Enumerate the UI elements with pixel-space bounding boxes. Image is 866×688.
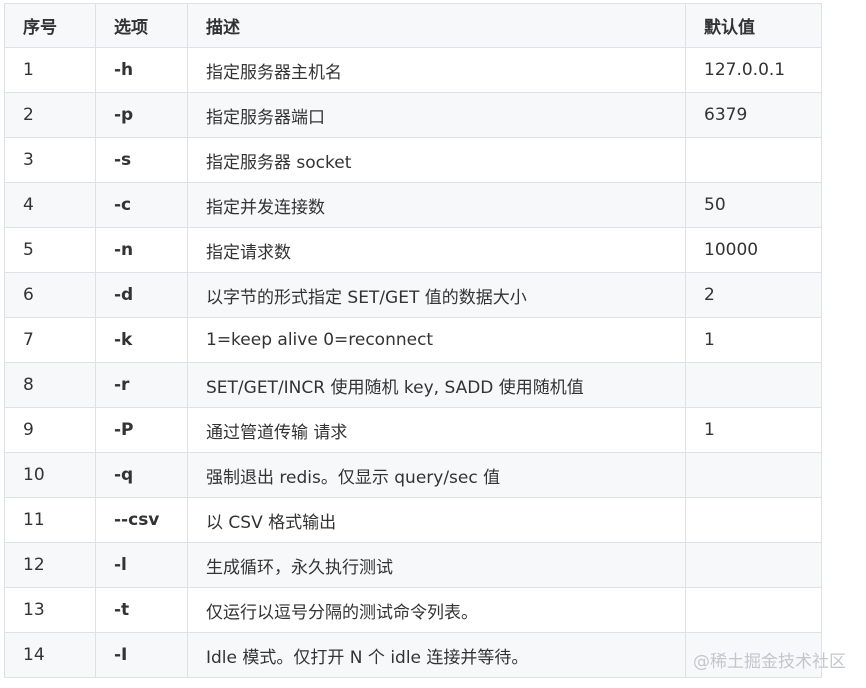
cell-no: 8 <box>4 362 96 408</box>
cell-description: 强制退出 redis。仅显示 query/sec 值 <box>187 452 686 498</box>
header-description: 描述 <box>187 3 686 48</box>
options-table: 序号 选项 描述 默认值 1 -h 指定服务器主机名 127.0.0.1 2 -p 指定服务… <box>4 3 822 678</box>
cell-default: 6379 <box>685 92 822 138</box>
header-row: 序号 选项 描述 默认值 <box>4 3 822 48</box>
table-row: 1 -h 指定服务器主机名 127.0.0.1 <box>4 47 822 93</box>
cell-option: -c <box>95 182 188 228</box>
cell-default <box>685 587 822 633</box>
table-row: 9 -P 通过管道传输 请求 1 <box>4 407 822 453</box>
cell-default <box>685 497 822 543</box>
cell-description: 以 CSV 格式输出 <box>187 497 686 543</box>
cell-no: 7 <box>4 317 96 363</box>
cell-description: 以字节的形式指定 SET/GET 值的数据大小 <box>187 272 686 318</box>
cell-no: 9 <box>4 407 96 453</box>
cell-description: 指定服务器端口 <box>187 92 686 138</box>
header-default: 默认值 <box>685 3 822 48</box>
cell-no: 2 <box>4 92 96 138</box>
cell-no: 1 <box>4 47 96 93</box>
cell-default: 50 <box>685 182 822 228</box>
cell-default <box>685 362 822 408</box>
table-body: 1 -h 指定服务器主机名 127.0.0.1 2 -p 指定服务器端口 6379 3 -s 指定服… <box>4 47 822 678</box>
cell-default: 1 <box>685 317 822 363</box>
cell-description: 生成循环，永久执行测试 <box>187 542 686 588</box>
cell-option: -P <box>95 407 188 453</box>
cell-no: 13 <box>4 587 96 633</box>
cell-no: 5 <box>4 227 96 273</box>
cell-no: 12 <box>4 542 96 588</box>
cell-no: 14 <box>4 632 96 678</box>
header-no: 序号 <box>4 3 96 48</box>
cell-description: 指定并发连接数 <box>187 182 686 228</box>
table-row: 5 -n 指定请求数 10000 <box>4 227 822 273</box>
cell-option: -I <box>95 632 188 678</box>
table-row: 8 -r SET/GET/INCR 使用随机 key, SADD 使用随机值 <box>4 362 822 408</box>
cell-option: -p <box>95 92 188 138</box>
table-row: 4 -c 指定并发连接数 50 <box>4 182 822 228</box>
table-header: 序号 选项 描述 默认值 <box>4 3 822 48</box>
cell-default: 1 <box>685 407 822 453</box>
cell-default: 10000 <box>685 227 822 273</box>
table-row: 13 -t 仅运行以逗号分隔的测试命令列表。 <box>4 587 822 633</box>
cell-description: 指定服务器 socket <box>187 137 686 183</box>
table-row: 7 -k 1=keep alive 0=reconnect 1 <box>4 317 822 363</box>
cell-default: 127.0.0.1 <box>685 47 822 93</box>
cell-option: -h <box>95 47 188 93</box>
cell-option: -l <box>95 542 188 588</box>
cell-no: 3 <box>4 137 96 183</box>
cell-no: 6 <box>4 272 96 318</box>
cell-description: SET/GET/INCR 使用随机 key, SADD 使用随机值 <box>187 362 686 408</box>
cell-no: 10 <box>4 452 96 498</box>
watermark: @稀土掘金技术社区 <box>693 652 846 672</box>
options-table-container: 序号 选项 描述 默认值 1 -h 指定服务器主机名 127.0.0.1 2 -p 指定服务… <box>4 3 822 678</box>
cell-description: 通过管道传输 请求 <box>187 407 686 453</box>
cell-option: -q <box>95 452 188 498</box>
cell-default <box>685 137 822 183</box>
cell-description: 指定服务器主机名 <box>187 47 686 93</box>
cell-no: 11 <box>4 497 96 543</box>
table-row: 3 -s 指定服务器 socket <box>4 137 822 183</box>
cell-option: -s <box>95 137 188 183</box>
table-row: 10 -q 强制退出 redis。仅显示 query/sec 值 <box>4 452 822 498</box>
cell-default <box>685 542 822 588</box>
table-row: 11 --csv 以 CSV 格式输出 <box>4 497 822 543</box>
header-option: 选项 <box>95 3 188 48</box>
cell-option: --csv <box>95 497 188 543</box>
cell-description: 指定请求数 <box>187 227 686 273</box>
cell-option: -d <box>95 272 188 318</box>
cell-description: 仅运行以逗号分隔的测试命令列表。 <box>187 587 686 633</box>
cell-default: 2 <box>685 272 822 318</box>
cell-description: 1=keep alive 0=reconnect <box>187 317 686 363</box>
table-row: 12 -l 生成循环，永久执行测试 <box>4 542 822 588</box>
cell-option: -n <box>95 227 188 273</box>
cell-option: -r <box>95 362 188 408</box>
cell-default <box>685 452 822 498</box>
cell-no: 4 <box>4 182 96 228</box>
cell-option: -k <box>95 317 188 363</box>
cell-description: Idle 模式。仅打开 N 个 idle 连接并等待。 <box>187 632 686 678</box>
table-row: 6 -d 以字节的形式指定 SET/GET 值的数据大小 2 <box>4 272 822 318</box>
table-row: 2 -p 指定服务器端口 6379 <box>4 92 822 138</box>
cell-option: -t <box>95 587 188 633</box>
